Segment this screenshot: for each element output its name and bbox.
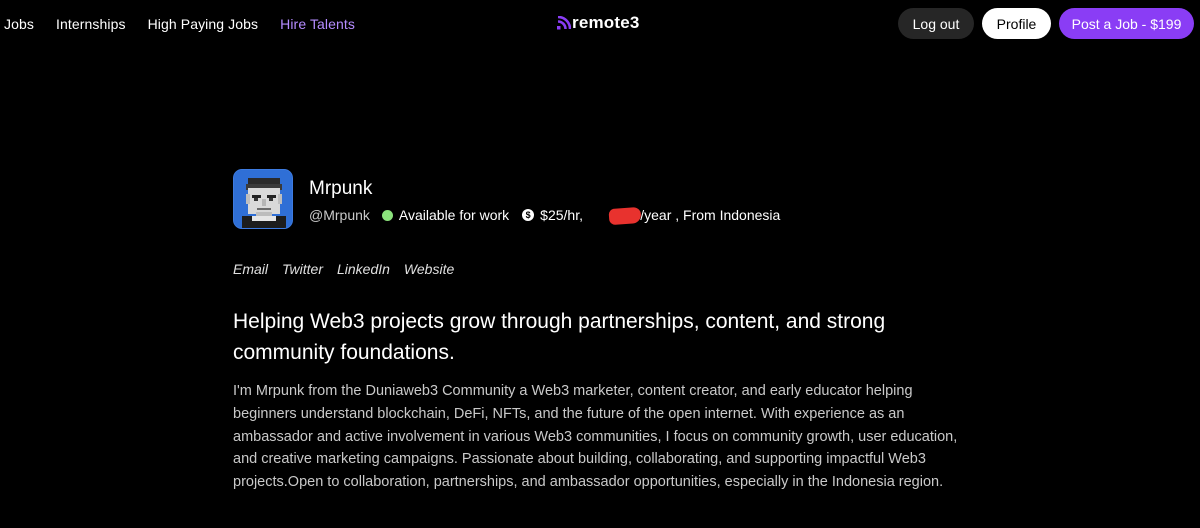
- availability-status: Available for work: [398, 207, 510, 223]
- link-website[interactable]: Website: [404, 261, 454, 277]
- nav-internships[interactable]: Internships: [56, 16, 126, 32]
- logo-text: remote3: [572, 13, 640, 32]
- link-linkedin[interactable]: LinkedIn: [337, 261, 390, 277]
- profile-meta: @Mrpunk Available for work $ $25/hr, .00…: [309, 205, 780, 225]
- link-email[interactable]: Email: [233, 261, 268, 277]
- rate-prefix: $25/hr,: [540, 207, 583, 223]
- signal-icon: [557, 16, 571, 30]
- top-bar: Jobs Internships High Paying Jobs Hire T…: [0, 0, 1200, 48]
- avatar: [233, 169, 293, 229]
- avatar-pixel-portrait: [234, 170, 292, 228]
- profile-handle: @Mrpunk: [309, 207, 370, 223]
- nav-jobs[interactable]: Jobs: [4, 16, 34, 32]
- redaction-mark: [608, 206, 642, 226]
- status-dot-icon: [381, 209, 393, 221]
- main-nav: Jobs Internships High Paying Jobs Hire T…: [0, 0, 355, 48]
- profile-button[interactable]: Profile: [982, 8, 1051, 39]
- dollar-icon: $: [522, 209, 535, 221]
- profile-bio: I'm Mrpunk from the Duniaweb3 Community …: [233, 383, 958, 491]
- profile-links: Email Twitter LinkedIn Website: [233, 261, 468, 277]
- post-job-button[interactable]: Post a Job - $199: [1059, 8, 1194, 39]
- profile-headline: Helping Web3 projects grow through partn…: [233, 310, 886, 364]
- nav-high-paying-jobs[interactable]: High Paying Jobs: [148, 16, 259, 32]
- link-twitter[interactable]: Twitter: [282, 261, 323, 277]
- site-logo[interactable]: remote3: [557, 10, 640, 36]
- logout-button[interactable]: Log out: [898, 8, 974, 39]
- nav-hire-talents[interactable]: Hire Talents: [280, 16, 355, 32]
- profile-name: Mrpunk: [309, 178, 373, 199]
